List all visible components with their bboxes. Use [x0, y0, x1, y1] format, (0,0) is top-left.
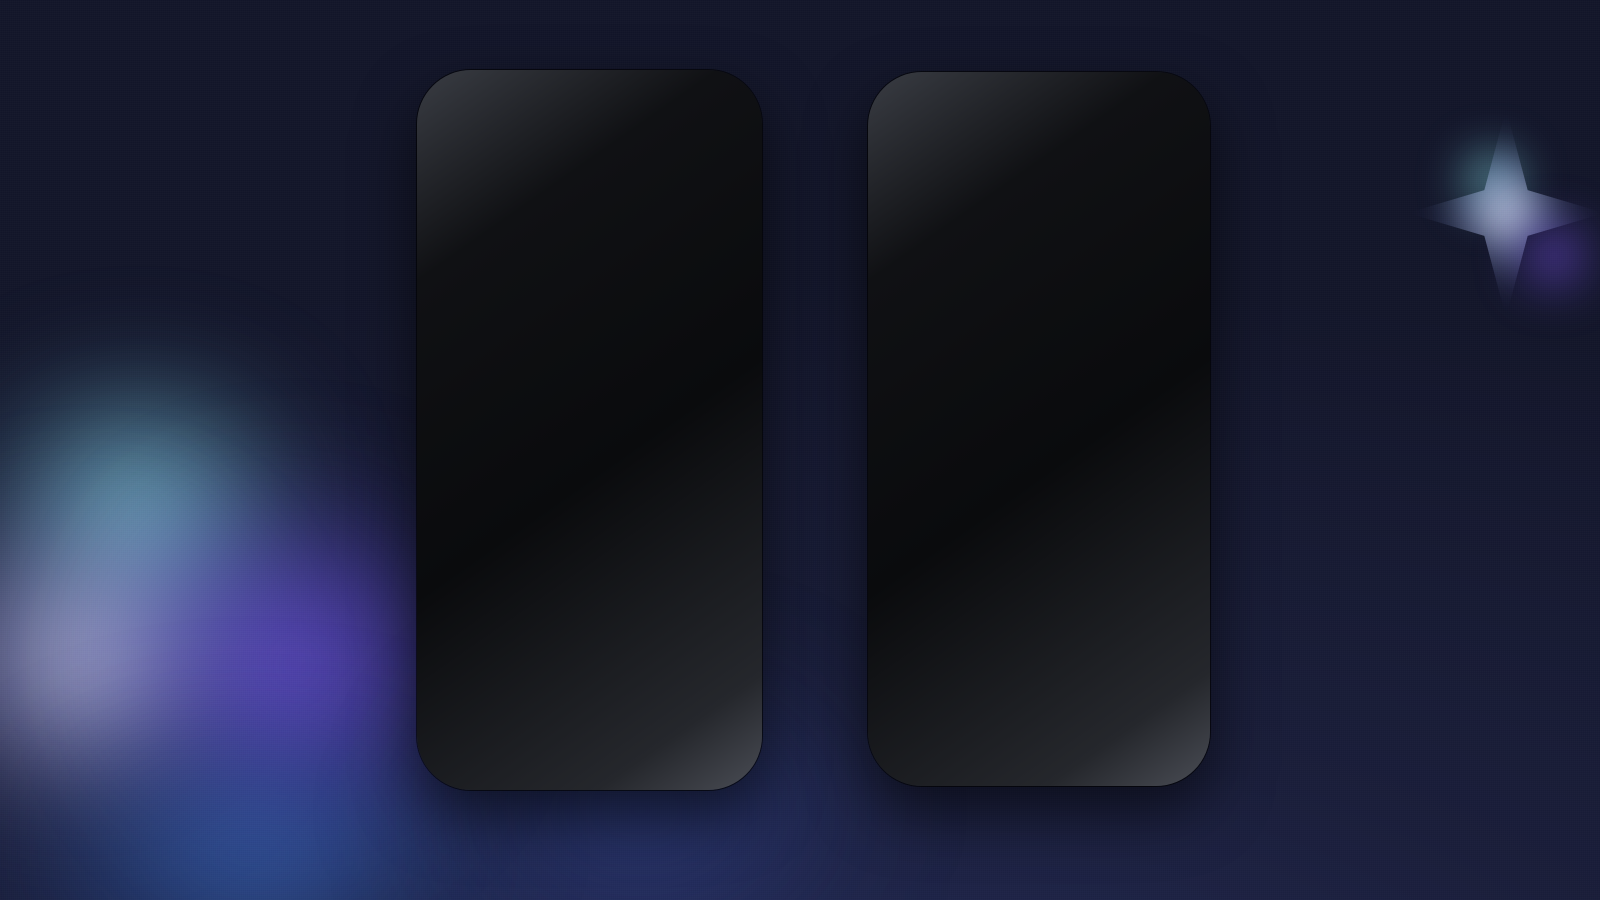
phone-left-compose: 9:41 Maestro Beta i 😭 and eat [417, 70, 762, 790]
sparkle-violet-core [1496, 198, 1600, 314]
ambient-background [0, 0, 1600, 900]
phone-left-frame [417, 70, 762, 790]
phone-right-playlist: 9:41 Maestro Beta i Cacio e Pepe + Tea [868, 72, 1210, 786]
phone-right-frame [868, 72, 1210, 786]
sparkle-glow [1407, 108, 1600, 318]
